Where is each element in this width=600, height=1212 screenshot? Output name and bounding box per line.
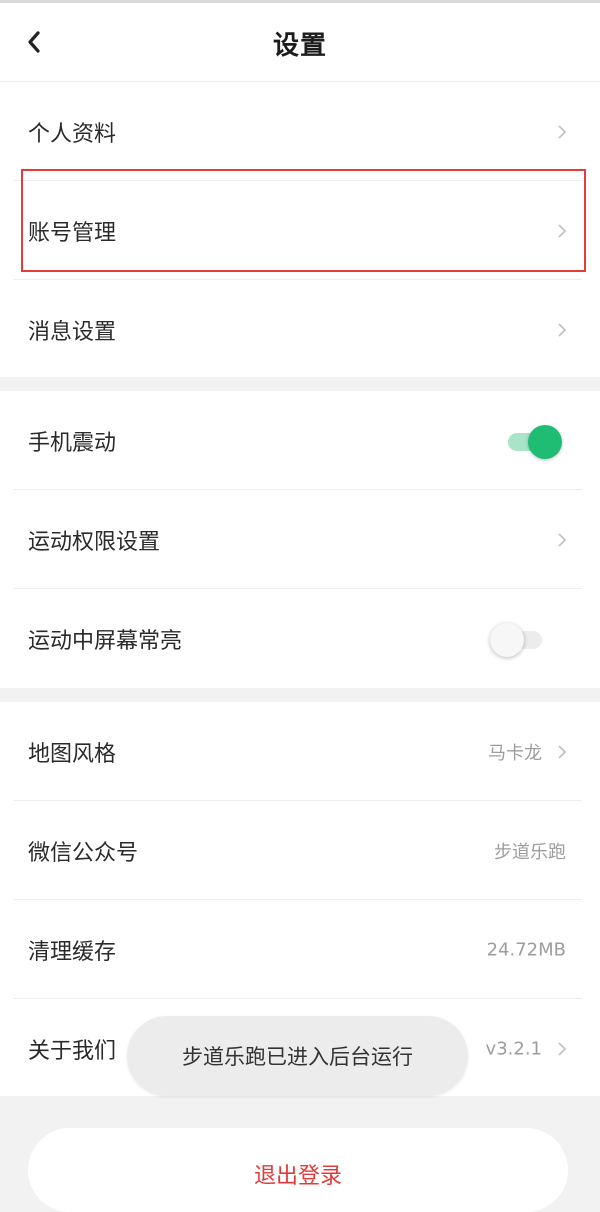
chevron-right-icon — [558, 1041, 567, 1056]
settings-group-sport: 手机震动 运动权限设置 运动中屏幕常亮 — [0, 391, 600, 688]
toast-message: 步道乐跑已进入后台运行 — [127, 1016, 468, 1096]
chevron-right-icon — [558, 744, 567, 759]
clear-cache-row[interactable]: 清理缓存 24.72MB — [0, 900, 600, 999]
chevron-right-icon — [558, 124, 567, 139]
vibration-label: 手机震动 — [28, 430, 117, 456]
chevron-right-icon — [558, 322, 567, 337]
screen-on-label: 运动中屏幕常亮 — [28, 628, 183, 654]
account-management-row[interactable]: 账号管理 — [0, 181, 600, 280]
message-settings-label: 消息设置 — [28, 319, 117, 345]
sport-permissions-row[interactable]: 运动权限设置 — [0, 490, 600, 589]
cache-size-value: 24.72MB — [486, 939, 566, 960]
settings-group-account: 个人资料 账号管理 消息设置 — [0, 82, 600, 377]
screen-on-toggle[interactable] — [490, 620, 550, 658]
message-settings-row[interactable]: 消息设置 — [0, 280, 600, 379]
logout-label: 退出登录 — [253, 1164, 342, 1189]
map-style-value: 马卡龙 — [488, 742, 542, 764]
toast-text: 步道乐跑已进入后台运行 — [182, 1045, 413, 1069]
account-management-label: 账号管理 — [28, 220, 117, 246]
sport-permissions-label: 运动权限设置 — [28, 529, 161, 555]
toggle-knob — [490, 622, 524, 657]
wechat-account-label: 微信公众号 — [28, 840, 139, 866]
vibration-toggle[interactable] — [504, 422, 564, 460]
clear-cache-label: 清理缓存 — [28, 939, 117, 965]
navigation-bar: 设置 — [0, 3, 600, 82]
wechat-account-row[interactable]: 微信公众号 步道乐跑 — [0, 801, 600, 900]
version-value: v3.2.1 — [485, 1038, 542, 1059]
vibration-row: 手机震动 — [0, 391, 600, 490]
chevron-right-icon — [558, 532, 567, 547]
screen-on-row: 运动中屏幕常亮 — [0, 589, 600, 688]
logout-button[interactable]: 退出登录 — [28, 1128, 568, 1212]
chevron-right-icon — [558, 223, 567, 238]
wechat-account-value: 步道乐跑 — [494, 841, 566, 863]
profile-label: 个人资料 — [28, 121, 117, 147]
profile-row[interactable]: 个人资料 — [0, 82, 600, 181]
map-style-label: 地图风格 — [28, 741, 117, 767]
map-style-row[interactable]: 地图风格 马卡龙 — [0, 702, 600, 801]
toggle-knob — [528, 424, 562, 459]
about-us-label: 关于我们 — [28, 1038, 117, 1064]
page-title: 设置 — [272, 31, 327, 61]
